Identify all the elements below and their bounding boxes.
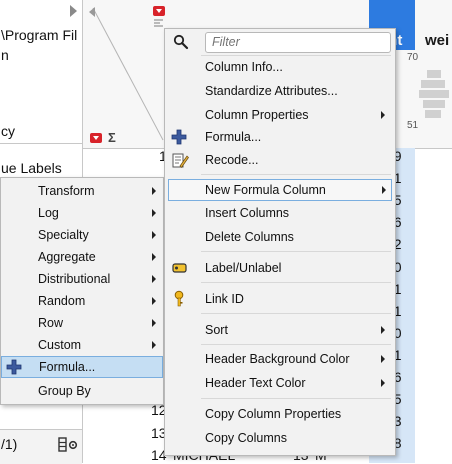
menu-separator bbox=[201, 251, 391, 252]
menu-item-delete-columns[interactable]: Delete Columns bbox=[165, 226, 395, 248]
rows-menu-button[interactable] bbox=[90, 133, 102, 143]
label-tag-icon bbox=[172, 263, 187, 273]
menu-item-standardize-attributes[interactable]: Standardize Attributes... bbox=[165, 80, 395, 102]
menu-item-log[interactable]: Log bbox=[1, 202, 163, 224]
submenu-arrow-icon bbox=[381, 379, 385, 387]
submenu-arrow-icon bbox=[152, 319, 156, 327]
menu-item-formula[interactable]: Formula... bbox=[1, 356, 163, 378]
value-labels-item[interactable]: ue Labels bbox=[1, 160, 62, 176]
panel-divider bbox=[0, 143, 82, 144]
menu-item-link-id[interactable]: Link ID bbox=[165, 288, 395, 310]
recode-icon bbox=[172, 153, 189, 169]
rows-count: /1) bbox=[1, 436, 18, 452]
columns-settings-icon[interactable] bbox=[58, 436, 80, 454]
key-icon bbox=[174, 290, 184, 307]
submenu-arrow-icon bbox=[381, 111, 385, 119]
menu-item-sort[interactable]: Sort bbox=[165, 319, 395, 341]
submenu-arrow-icon bbox=[152, 187, 156, 195]
submenu-arrow-icon bbox=[152, 275, 156, 283]
menu-item-aggregate[interactable]: Aggregate bbox=[1, 246, 163, 268]
formula-plus-icon bbox=[171, 129, 187, 145]
submenu-arrow-icon bbox=[152, 297, 156, 305]
weight-column[interactable]: wei bbox=[415, 0, 452, 150]
column-context-menu: Column Info... Standardize Attributes...… bbox=[164, 28, 396, 456]
menu-item-header-text-color[interactable]: Header Text Color bbox=[165, 372, 395, 394]
menu-item-distributional[interactable]: Distributional bbox=[1, 268, 163, 290]
sum-sigma-icon[interactable]: Σ bbox=[108, 130, 116, 145]
submenu-arrow-icon bbox=[381, 326, 385, 334]
menu-item-group-by[interactable]: Group By bbox=[1, 380, 163, 402]
new-formula-column-submenu: Transform Log Specialty Aggregate Distri… bbox=[0, 177, 164, 405]
filter-box[interactable] bbox=[205, 32, 391, 53]
menu-separator bbox=[201, 313, 391, 314]
submenu-arrow-icon bbox=[152, 253, 156, 261]
submenu-arrow-icon bbox=[381, 355, 385, 363]
menu-item-random[interactable]: Random bbox=[1, 290, 163, 312]
submenu-arrow-icon bbox=[382, 186, 386, 194]
submenu-arrow-icon bbox=[152, 231, 156, 239]
submenu-arrow-icon bbox=[152, 209, 156, 217]
menu-item-transform[interactable]: Transform bbox=[1, 180, 163, 202]
menu-item-new-formula-column[interactable]: New Formula Column bbox=[168, 179, 392, 201]
menu-item-header-background-color[interactable]: Header Background Color bbox=[165, 348, 395, 370]
menu-item-copy-column-properties[interactable]: Copy Column Properties bbox=[165, 403, 395, 425]
menu-separator bbox=[201, 282, 391, 283]
columns-menu-button[interactable] bbox=[153, 6, 165, 16]
menu-item-recode[interactable]: Recode... bbox=[165, 149, 395, 171]
menu-item-formula[interactable]: Formula... bbox=[165, 126, 395, 148]
weight-column-header[interactable]: wei bbox=[425, 32, 449, 49]
rows-triangle-icon[interactable] bbox=[89, 7, 95, 17]
search-icon bbox=[173, 34, 189, 50]
rows-panel-footer: /1) bbox=[0, 429, 82, 464]
menu-item-row[interactable]: Row bbox=[1, 312, 163, 334]
menu-separator bbox=[201, 174, 391, 175]
table-source-path: \Program Fil bbox=[1, 27, 78, 43]
menu-item-specialty[interactable]: Specialty bbox=[1, 224, 163, 246]
panel-text-line: cy bbox=[1, 123, 15, 139]
menu-item-label-unlabel[interactable]: Label/Unlabel bbox=[165, 257, 395, 279]
menu-item-copy-columns[interactable]: Copy Columns bbox=[165, 427, 395, 449]
menu-separator bbox=[201, 344, 391, 345]
filter-input[interactable] bbox=[206, 33, 388, 50]
menu-item-insert-columns[interactable]: Insert Columns bbox=[165, 202, 395, 224]
menu-separator bbox=[201, 398, 391, 399]
collapse-triangle-icon[interactable] bbox=[70, 5, 77, 17]
submenu-arrow-icon bbox=[152, 341, 156, 349]
panel-text-line: n bbox=[1, 47, 9, 63]
formula-plus-icon bbox=[6, 359, 22, 375]
menu-item-column-info[interactable]: Column Info... bbox=[165, 56, 395, 78]
menu-item-column-properties[interactable]: Column Properties bbox=[165, 104, 395, 126]
menu-item-custom[interactable]: Custom bbox=[1, 334, 163, 356]
